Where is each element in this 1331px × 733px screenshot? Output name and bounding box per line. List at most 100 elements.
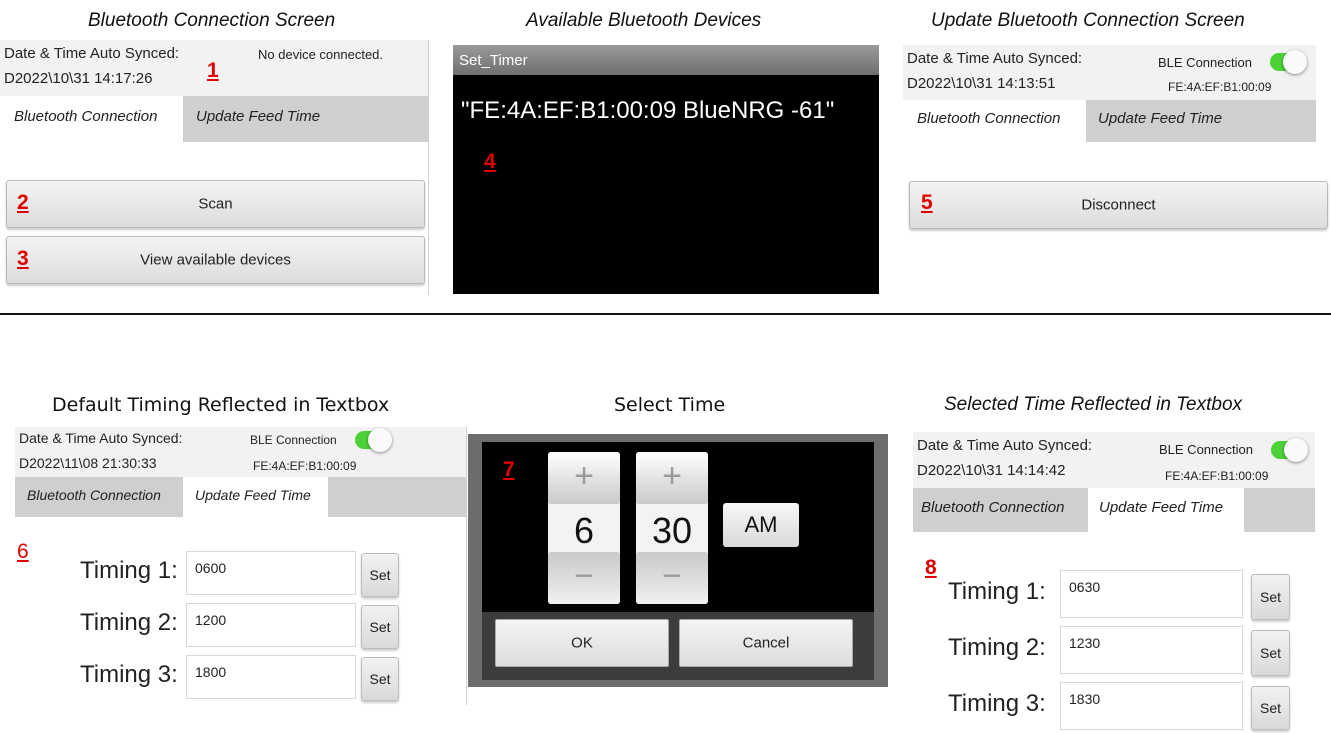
tab-update-feed-time[interactable]: Update Feed Time	[183, 96, 428, 142]
set-button-2[interactable]: Set	[1251, 630, 1290, 676]
timing-input-2[interactable]: 1230	[1060, 626, 1243, 674]
tab-bar: Bluetooth Connection Update Feed Time	[913, 488, 1315, 532]
set-label: Set	[1259, 700, 1281, 716]
dialog-title: Set_Timer	[459, 52, 528, 69]
sync-label: Date & Time Auto Synced:	[907, 50, 1083, 67]
tab-bar: Bluetooth Connection Update Feed Time	[903, 100, 1316, 142]
mac-address: FE:4A:EF:B1:00:09	[253, 459, 357, 473]
section-divider	[0, 313, 1331, 315]
devices-dialog: Set_Timer "FE:4A:EF:B1:00:09 BlueNRG -61…	[453, 45, 879, 294]
marker-1: 1	[207, 59, 219, 82]
timing-label-1: Timing 1:	[80, 557, 178, 584]
tab-update-feed-time[interactable]: Update Feed Time	[1086, 100, 1316, 142]
ok-button[interactable]: OK	[495, 619, 669, 667]
timing-input-2[interactable]: 1200	[186, 603, 356, 647]
status-header: Date & Time Auto Synced: D2022\11\08 21:…	[15, 427, 466, 477]
cancel-button[interactable]: Cancel	[679, 619, 853, 667]
toggle-knob	[1284, 438, 1308, 462]
mac-address: FE:4A:EF:B1:00:09	[1168, 80, 1272, 94]
device-list-item[interactable]: "FE:4A:EF:B1:00:09 BlueNRG -61"	[461, 97, 834, 125]
tab-bar: Bluetooth Connection Update Feed Time	[15, 477, 466, 517]
caption-default-timing: Default Timing Reflected in Textbox	[52, 394, 390, 416]
view-devices-label: View available devices	[140, 251, 291, 269]
date-time: D2022\10\31 14:13:51	[907, 75, 1056, 92]
tab-update-feed-time[interactable]: Update Feed Time	[183, 477, 328, 517]
status-header: Date & Time Auto Synced: D2022\10\31 14:…	[913, 432, 1315, 488]
date-time: D2022\10\31 14:14:42	[917, 462, 1066, 479]
set-button-2[interactable]: Set	[361, 605, 399, 649]
dialog-title-bar: Set_Timer	[453, 45, 879, 75]
caption-available-devices: Available Bluetooth Devices	[526, 10, 762, 31]
ble-toggle[interactable]	[1271, 438, 1308, 462]
tab-bluetooth-connection[interactable]: Bluetooth Connection	[903, 100, 1086, 142]
caption-selected-time: Selected Time Reflected in Textbox	[944, 394, 1243, 415]
caption-bt-connection: Bluetooth Connection Screen	[88, 10, 336, 31]
scan-label: Scan	[198, 195, 233, 213]
marker-6: 6	[17, 540, 29, 563]
hour-column: + 6 −	[548, 452, 620, 604]
status-header: Date & Time Auto Synced: D2022\10\31 14:…	[903, 45, 1316, 100]
toggle-knob	[1283, 50, 1307, 74]
connection-status: No device connected.	[258, 47, 384, 62]
marker-4: 4	[484, 150, 496, 173]
marker-2: 2	[17, 191, 29, 214]
panel-divider	[428, 40, 429, 295]
hour-increment-button[interactable]: +	[548, 452, 620, 504]
timing-label-2: Timing 2:	[80, 609, 178, 636]
am-pm-label: AM	[744, 512, 778, 537]
set-label: Set	[369, 567, 391, 583]
am-pm-toggle[interactable]: AM	[723, 503, 799, 547]
set-label: Set	[369, 619, 391, 635]
disconnect-button[interactable]: Disconnect	[909, 181, 1328, 229]
ble-connection-label: BLE Connection	[1158, 55, 1252, 70]
minute-column: + 30 −	[636, 452, 708, 604]
timing-label-1: Timing 1:	[948, 578, 1046, 605]
toggle-knob	[368, 428, 392, 452]
tab-bluetooth-connection[interactable]: Bluetooth Connection	[0, 96, 183, 142]
caption-update-connection: Update Bluetooth Connection Screen	[931, 10, 1245, 31]
ble-connection-label: BLE Connection	[1159, 442, 1253, 457]
set-button-3[interactable]: Set	[1251, 686, 1290, 730]
tab-bluetooth-connection[interactable]: Bluetooth Connection	[15, 477, 183, 517]
sync-label: Date & Time Auto Synced:	[19, 430, 183, 446]
marker-7: 7	[503, 458, 515, 481]
set-button-1[interactable]: Set	[361, 553, 399, 597]
timing-label-3: Timing 3:	[948, 690, 1046, 717]
timing-label-3: Timing 3:	[80, 661, 178, 688]
timing-input-1[interactable]: 0600	[186, 551, 356, 595]
sync-label: Date & Time Auto Synced:	[917, 437, 1093, 454]
tab-bluetooth-connection[interactable]: Bluetooth Connection	[913, 488, 1088, 532]
date-time: D2022\10\31 14:17:26	[4, 70, 153, 87]
set-label: Set	[1259, 645, 1281, 661]
ble-toggle[interactable]	[1270, 50, 1307, 74]
tab-update-feed-time[interactable]: Update Feed Time	[1088, 488, 1244, 532]
timing-label-2: Timing 2:	[948, 634, 1046, 661]
set-label: Set	[369, 671, 391, 687]
ble-toggle[interactable]	[355, 428, 392, 452]
sync-label: Date & Time Auto Synced:	[4, 45, 180, 62]
caption-select-time: Select Time	[614, 394, 726, 416]
marker-3: 3	[17, 247, 29, 270]
mac-address: FE:4A:EF:B1:00:09	[1165, 469, 1269, 483]
marker-5: 5	[921, 191, 933, 214]
hour-decrement-button[interactable]: −	[548, 552, 620, 604]
minute-value: 30	[651, 510, 693, 551]
date-time: D2022\11\08 21:30:33	[19, 455, 157, 471]
ok-label: OK	[571, 634, 593, 652]
set-button-1[interactable]: Set	[1251, 574, 1290, 620]
minute-increment-button[interactable]: +	[636, 452, 708, 504]
view-devices-button[interactable]: View available devices	[6, 236, 425, 284]
minute-decrement-button[interactable]: −	[636, 552, 708, 604]
ble-connection-label: BLE Connection	[250, 433, 337, 447]
panel-divider	[466, 427, 467, 705]
set-button-3[interactable]: Set	[361, 657, 399, 701]
set-label: Set	[1259, 589, 1281, 605]
timing-input-3[interactable]: 1800	[186, 655, 356, 699]
disconnect-label: Disconnect	[1081, 196, 1156, 214]
marker-8: 8	[925, 556, 937, 579]
hour-value: 6	[573, 510, 595, 551]
timing-input-1[interactable]: 0630	[1060, 570, 1243, 618]
timing-input-3[interactable]: 1830	[1060, 682, 1243, 730]
cancel-label: Cancel	[742, 634, 790, 652]
scan-button[interactable]: Scan	[6, 180, 425, 228]
